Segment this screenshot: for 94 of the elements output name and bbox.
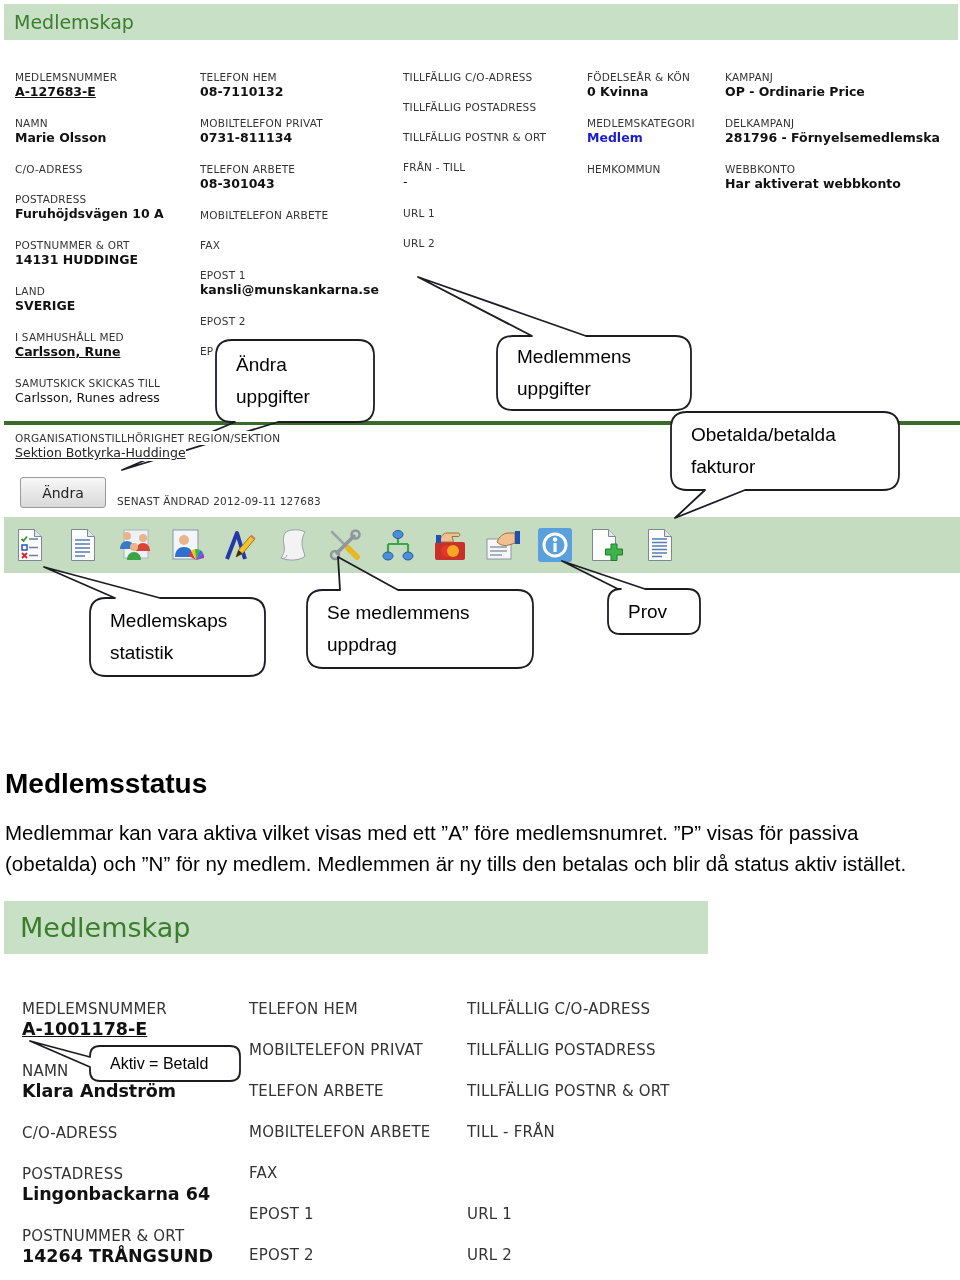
category-value: Medlem [587, 130, 643, 146]
field-label: MOBILTELEFON ARBETE [249, 1122, 431, 1142]
section-title: Medlemskap [14, 11, 134, 33]
field-label: TILLFÄLLIG C/O-ADRESS [467, 999, 651, 1019]
organization-link[interactable]: Sektion Botkyrka-Huddinge [15, 445, 186, 461]
document-icon[interactable] [648, 529, 672, 561]
field-label: URL 2 [467, 1245, 513, 1265]
field-value: 08-7110132 [200, 84, 284, 100]
field-label: TELEFON ARBETE [200, 162, 296, 176]
field-label: URL 2 [403, 236, 435, 250]
field-label: MEDLEMSNUMMER [15, 70, 118, 84]
field-label: URL 1 [403, 206, 435, 220]
callout-text: Medlemmens uppgifter [517, 346, 632, 399]
field-label: TELEFON ARBETE [249, 1081, 384, 1101]
field-value: 14131 HUDDINGE [15, 252, 139, 268]
field-label: C/O-ADRESS [22, 1123, 118, 1143]
person-card-icon[interactable] [171, 529, 204, 561]
pencil-icon[interactable] [224, 529, 256, 561]
field-label: POSTADRESS [22, 1164, 124, 1184]
field-value: - [403, 174, 408, 190]
field-label: TILLFÄLLIG POSTNR & ORT [403, 130, 547, 144]
field-label: EPOST 2 [249, 1245, 314, 1265]
callout-text: Ändra uppgifter [236, 354, 310, 407]
field-label: WEBBKONTO [725, 162, 796, 176]
field-label: URL 1 [467, 1204, 513, 1224]
section-title: Medlemskap [20, 912, 191, 943]
field-label: TELEFON HEM [249, 999, 358, 1019]
field-value: 08-301043 [200, 176, 275, 192]
field-label: C/O-ADRESS [15, 162, 83, 176]
field-label: MEDLEMSNUMMER [22, 999, 167, 1019]
field-label: POSTNUMMER & ORT [15, 238, 130, 252]
field-label: POSTNUMMER & ORT [22, 1226, 185, 1245]
field-label: MOBILTELEFON PRIVAT [200, 116, 323, 130]
last-changed-text: SENAST ÄNDRAD 2012-09-11 127683 [117, 495, 321, 508]
field-value: kansli@munskankarna.se [200, 282, 379, 298]
field-link[interactable]: A-1001178-E [22, 1019, 148, 1040]
field-label: DELKAMPANJ [725, 116, 795, 130]
field-label: TELEFON HEM [200, 70, 277, 84]
field-label: TILLFÄLLIG POSTNR & ORT [467, 1081, 670, 1101]
tools-icon[interactable] [329, 529, 361, 561]
field-value: Lingonbackarna 64 [22, 1184, 211, 1205]
field-label: FÖDELSEÅR & KÖN [587, 70, 690, 84]
field-label: EPOST 2 [200, 314, 246, 328]
field-value: Har aktiverat webbkonto [725, 176, 901, 192]
document-icon[interactable] [70, 529, 95, 561]
field-label: ORGANISATIONSTILLHÖRIGHET REGION/SEKTION [15, 431, 281, 445]
field-value: 14264 TRÅNGSUND [22, 1246, 213, 1267]
field-value: Furuhöjdsvägen 10 A [15, 206, 164, 222]
field-label: LAND [15, 284, 45, 298]
field-label: EP [200, 344, 214, 358]
field-label: KAMPANJ [725, 70, 774, 84]
callout-text: Aktiv = Betald [110, 1054, 209, 1072]
field-value: OP - Ordinarie Price [725, 84, 865, 100]
field-label: NAMN [22, 1061, 69, 1081]
field-label: EPOST 1 [200, 268, 246, 282]
network-icon[interactable] [381, 529, 414, 561]
checklist-icon[interactable] [18, 529, 42, 561]
field-label: FRÅN - TILL [403, 160, 466, 174]
field-value: Carlsson, Runes adress [15, 390, 160, 406]
field-link[interactable]: Carlsson, Rune [15, 344, 121, 360]
section-heading: Medlemsstatus [5, 767, 209, 801]
field-value: Marie Olsson [15, 130, 107, 146]
callout-text: Medlemskaps statistik [110, 610, 228, 663]
card-hand-icon[interactable] [434, 529, 466, 561]
field-label: MEDLEMSKATEGORI [587, 116, 695, 130]
field-link[interactable]: A-127683-E [15, 84, 96, 100]
document-plus-icon[interactable] [592, 529, 623, 561]
field-label: I SAMHUSHÅLL MED [15, 330, 124, 344]
field-label: TILLFÄLLIG POSTADRESS [467, 1040, 656, 1060]
field-label: MOBILTELEFON ARBETE [200, 208, 329, 222]
info-icon[interactable] [538, 528, 572, 562]
field-label: TILLFÄLLIG C/O-ADRESS [403, 70, 533, 84]
field-label: MOBILTELEFON PRIVAT [249, 1040, 423, 1060]
hand-document-icon[interactable] [485, 530, 520, 560]
callout-text: Prov [628, 600, 668, 622]
field-label: FAX [200, 238, 221, 252]
field-value: 0 Kvinna [587, 84, 649, 100]
field-label: TILL - FRÅN [467, 1122, 555, 1142]
field-label: EPOST 1 [249, 1204, 314, 1224]
callout-text: Se medlemmens uppdrag [327, 602, 470, 655]
field-value: Klara Andström [22, 1081, 177, 1102]
field-label: FAX [249, 1163, 278, 1183]
field-label: SAMUTSKICK SKICKAS TILL [15, 376, 161, 390]
field-value: 0731-811134 [200, 130, 293, 146]
field-label: HEMKOMMUN [587, 162, 661, 176]
field-label: NAMN [15, 116, 48, 130]
callout-text: Obetalda/betalda fakturor [691, 424, 836, 477]
field-label: POSTADRESS [15, 192, 87, 206]
edit-button[interactable]: Ändra [20, 477, 106, 508]
field-value: 281796 - Förnyelsemedlemska [725, 130, 940, 146]
field-label: TILLFÄLLIG POSTADRESS [403, 100, 537, 114]
people-icon[interactable] [119, 529, 151, 561]
field-value: SVERIGE [15, 298, 76, 314]
body-text: Medlemmar kan vara aktiva vilket visas med ett ”A” före medlemsnumret. ”P” visas för passiva (obetalda) och ”N” för ny medlem. Medlemmen är ny tills den betalas och blir då status aktiv istället. [5, 820, 908, 877]
